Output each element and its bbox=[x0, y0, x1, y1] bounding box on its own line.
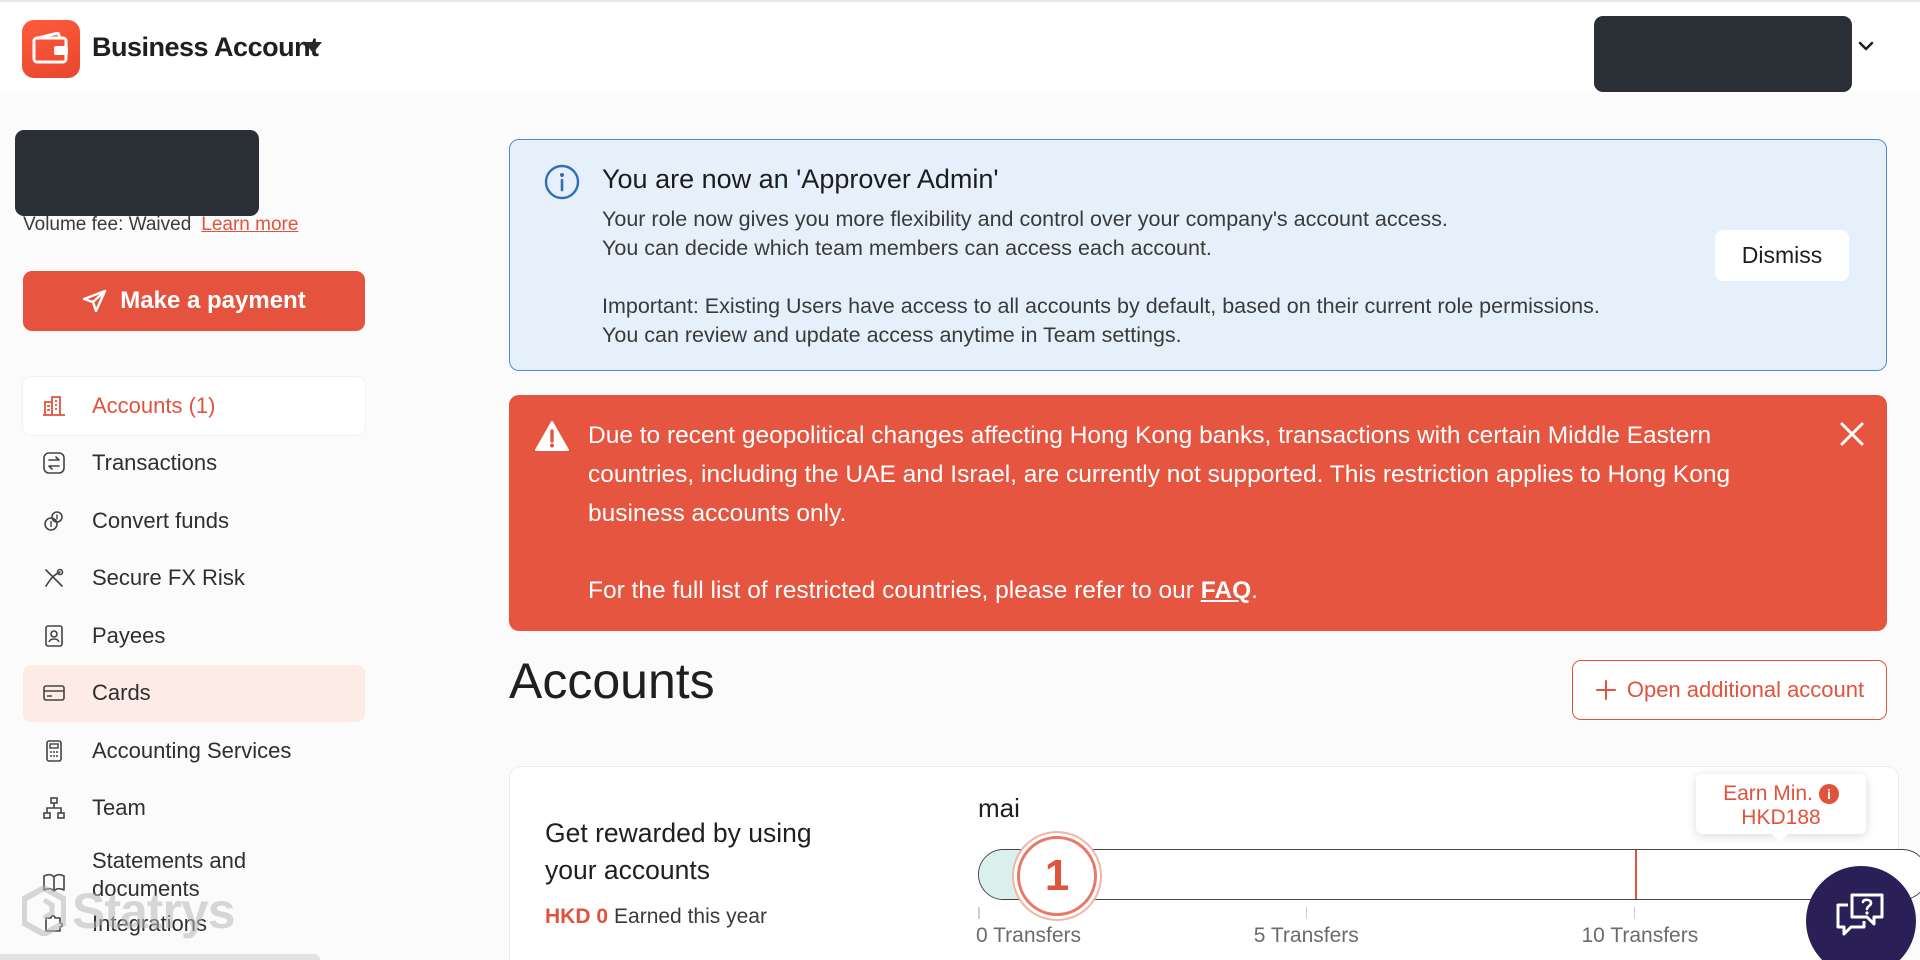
statrys-logo-icon bbox=[22, 886, 66, 936]
sidebar-item-label: Team bbox=[92, 795, 146, 821]
currency-exchange-icon bbox=[41, 508, 67, 534]
horizontal-scrollbar[interactable] bbox=[0, 954, 320, 960]
sidebar-item-cards[interactable]: Cards bbox=[23, 664, 365, 722]
banner-line: Important: Existing Users have access to… bbox=[602, 294, 1600, 318]
rewards-title: Get rewarded by using your accounts bbox=[545, 818, 812, 885]
volume-fee-text: Volume fee: Waived bbox=[23, 214, 192, 235]
progress-coin-badge: 1 bbox=[1017, 836, 1097, 916]
banner-line: You can decide which team members can ac… bbox=[602, 236, 1212, 260]
transfer-arrows-icon bbox=[41, 450, 67, 476]
credit-card-icon bbox=[41, 680, 67, 706]
sidebar-item-team[interactable]: Team bbox=[23, 780, 365, 838]
warning-faq-line: For the full list of restricted countrie… bbox=[588, 571, 1258, 610]
wallet-logo-icon[interactable] bbox=[22, 20, 80, 78]
earn-min-amount: HKD188 bbox=[1741, 806, 1821, 829]
faq-link[interactable]: FAQ bbox=[1201, 577, 1251, 604]
progress-tick-label: 0 Transfers bbox=[976, 924, 1082, 947]
make-payment-button[interactable]: Make a payment bbox=[23, 271, 365, 331]
sidebar-item-label: Cards bbox=[92, 680, 151, 706]
volume-fee-line: Volume fee: Waived Learn more bbox=[23, 214, 298, 236]
earn-min-tooltip[interactable]: Earn Min. i HKD188 bbox=[1696, 774, 1866, 842]
approver-admin-banner: You are now an 'Approver Admin' Your rol… bbox=[509, 139, 1887, 371]
warning-triangle-icon bbox=[535, 421, 569, 451]
faq-prefix-text: For the full list of restricted countrie… bbox=[588, 577, 1201, 604]
sidebar-item-secure-fx-risk[interactable]: Secure FX Risk bbox=[23, 550, 365, 608]
progress-tick-label: 10 Transfers bbox=[1581, 924, 1699, 947]
sidebar-nav: Accounts (1) Transactions Convert funds … bbox=[23, 377, 365, 936]
restriction-warning-banner: Due to recent geopolitical changes affec… bbox=[509, 395, 1887, 631]
progress-tick bbox=[1305, 907, 1308, 919]
plus-icon bbox=[1595, 680, 1616, 700]
info-circle-icon bbox=[544, 164, 580, 200]
sidebar-item-accounts[interactable]: Accounts (1) bbox=[23, 377, 365, 435]
sidebar-item-accounting-services[interactable]: Accounting Services bbox=[23, 722, 365, 780]
top-header: Business Account bbox=[0, 0, 1920, 92]
banner-line: You can review and update access anytime… bbox=[602, 323, 1182, 347]
open-account-label: Open additional account bbox=[1626, 677, 1865, 702]
accounts-heading: Accounts bbox=[509, 653, 715, 709]
open-additional-account-button[interactable]: Open additional account bbox=[1572, 660, 1887, 720]
earn-threshold-marker bbox=[1634, 850, 1637, 899]
rewards-account-name: mai bbox=[978, 793, 1020, 823]
banner-line: Your role now gives you more flexibility… bbox=[602, 207, 1448, 231]
caret-down-icon[interactable] bbox=[304, 42, 322, 53]
sidebar-item-label: Accounting Services bbox=[92, 737, 292, 763]
make-payment-label: Make a payment bbox=[120, 287, 306, 314]
account-switcher-label[interactable]: Business Account bbox=[92, 32, 319, 63]
earned-amount: HKD 0 bbox=[545, 905, 609, 928]
close-icon[interactable] bbox=[1839, 421, 1865, 447]
org-chart-icon bbox=[41, 795, 67, 821]
sidebar-item-label: Secure FX Risk bbox=[92, 565, 245, 591]
info-dot-icon[interactable]: i bbox=[1818, 784, 1839, 804]
faq-suffix-text: . bbox=[1251, 577, 1258, 604]
chevron-down-icon[interactable] bbox=[1858, 40, 1874, 52]
sidebar-item-payees[interactable]: Payees bbox=[23, 607, 365, 665]
earn-min-label: Earn Min. bbox=[1723, 782, 1813, 805]
sidebar-item-label: Convert funds bbox=[92, 507, 229, 533]
progress-tick bbox=[978, 907, 980, 919]
chat-bubbles-icon bbox=[1836, 893, 1884, 936]
banner-body: Your role now gives you more flexibility… bbox=[602, 205, 1600, 350]
sidebar-item-label: Accounts (1) bbox=[92, 392, 216, 418]
sidebar-item-convert-funds[interactable]: Convert funds bbox=[23, 492, 365, 550]
earned-label: Earned this year bbox=[614, 905, 767, 928]
progress-tick-label: 5 Transfers bbox=[1253, 924, 1359, 947]
calculator-icon bbox=[41, 738, 67, 764]
contact-card-icon bbox=[41, 623, 67, 649]
sidebar-item-label: Transactions bbox=[92, 450, 218, 476]
fx-hedge-icon bbox=[41, 565, 67, 591]
rewards-earned-line: HKD 0 Earned this year bbox=[545, 905, 767, 929]
rewards-card: Get rewarded by using your accounts HKD … bbox=[509, 766, 1920, 960]
warning-message: Due to recent geopolitical changes affec… bbox=[588, 422, 1731, 527]
statrys-watermark: Statrys bbox=[22, 882, 236, 940]
sidebar-item-label: Payees bbox=[92, 622, 166, 648]
sidebar-item-transactions[interactable]: Transactions bbox=[23, 435, 365, 493]
bank-icon bbox=[41, 393, 67, 419]
dismiss-button[interactable]: Dismiss bbox=[1715, 230, 1849, 281]
progress-tick bbox=[1633, 907, 1635, 919]
send-plane-icon bbox=[83, 289, 107, 313]
banner-title: You are now an 'Approver Admin' bbox=[602, 164, 999, 194]
transfer-progress-track bbox=[978, 849, 1920, 900]
user-menu-redacted[interactable] bbox=[1594, 16, 1852, 92]
learn-more-link[interactable]: Learn more bbox=[201, 214, 298, 235]
company-name-redacted bbox=[15, 130, 259, 216]
watermark-text: Statrys bbox=[72, 883, 236, 939]
